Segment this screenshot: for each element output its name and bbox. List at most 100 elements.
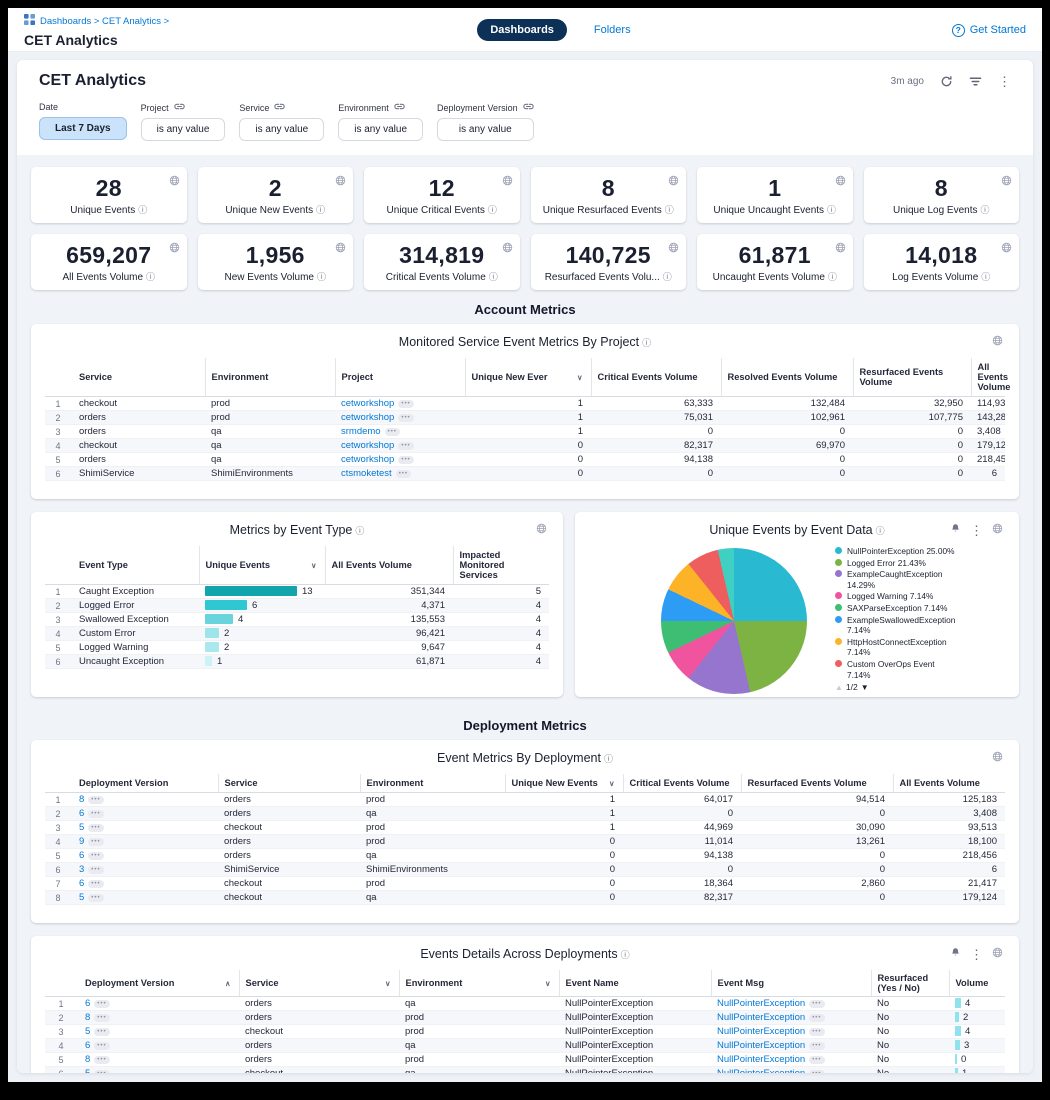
legend-item[interactable]: NullPointerException 25.00% — [835, 546, 955, 557]
version-link[interactable]: 6 — [79, 850, 84, 861]
column-header-environment[interactable]: Environment — [205, 358, 335, 397]
more-icon[interactable]: ••• — [398, 442, 413, 450]
column-header-impacted-monitored-services[interactable]: Impacted Monitored Services — [453, 546, 549, 585]
kebab-menu-icon[interactable]: ⋮ — [970, 524, 983, 537]
version-link[interactable]: 9 — [79, 836, 84, 847]
version-cell[interactable]: 6 ••• — [73, 877, 218, 891]
column-header-event-type[interactable]: Event Type — [73, 546, 199, 585]
legend-page-up-icon[interactable]: ▲ — [835, 683, 843, 692]
column-header-unique-events[interactable]: Unique Events∨ — [199, 546, 325, 585]
column-header-all-events-volume[interactable]: All Events Volume — [971, 358, 1005, 397]
more-icon[interactable]: ••• — [88, 852, 103, 860]
get-started-link[interactable]: Get Started — [970, 24, 1026, 36]
version-cell[interactable]: 6••• — [79, 1039, 239, 1053]
event_msg-link[interactable]: NullPointerException — [717, 1012, 805, 1023]
bell-icon[interactable] — [950, 523, 961, 537]
filter-date[interactable]: Last 7 Days — [39, 117, 127, 140]
project-link[interactable]: srmdemo — [341, 426, 381, 437]
project-link[interactable]: cetworkshop — [341, 412, 394, 423]
project-link[interactable]: cetworkshop — [341, 398, 394, 409]
column-header-deployment-version[interactable]: Deployment Version — [73, 774, 218, 793]
pie-chart[interactable] — [661, 548, 807, 694]
more-icon[interactable]: ••• — [88, 796, 103, 804]
project-cell[interactable]: cetworkshop••• — [335, 439, 465, 453]
column-header-deployment-version[interactable]: Deployment Version∧ — [79, 970, 239, 997]
legend-item[interactable]: ExampleSwallowedException 7.14% — [835, 615, 955, 636]
legend-item[interactable]: SAXParseException 7.14% — [835, 603, 955, 614]
kebab-menu-icon[interactable]: ⋮ — [970, 948, 983, 961]
legend-item[interactable]: HttpHostConnectException 7.14% — [835, 637, 955, 658]
more-icon[interactable]: ••• — [94, 1000, 109, 1008]
version-link[interactable]: 3 — [79, 864, 84, 875]
column-header-service[interactable]: Service∨ — [239, 970, 399, 997]
event_msg-cell[interactable]: NullPointerException••• — [711, 1039, 871, 1053]
more-icon[interactable]: ••• — [385, 428, 400, 436]
version-cell[interactable]: 9 ••• — [73, 835, 218, 849]
version-cell[interactable]: 5 ••• — [79, 1067, 239, 1074]
column-header-environment[interactable]: Environment∨ — [399, 970, 559, 997]
legend-item[interactable]: Logged Warning 7.14% — [835, 591, 955, 602]
version-cell[interactable]: 8••• — [73, 793, 218, 807]
more-icon[interactable]: ••• — [94, 1014, 109, 1022]
legend-item[interactable]: Custom OverOps Event 7.14% — [835, 659, 955, 680]
column-header-project[interactable]: Project — [335, 358, 465, 397]
project-link[interactable]: cetworkshop — [341, 454, 394, 465]
version-link[interactable]: 8 — [85, 1012, 90, 1023]
kebab-menu-icon[interactable]: ⋮ — [998, 75, 1011, 88]
more-icon[interactable]: ••• — [94, 1056, 109, 1064]
event_msg-link[interactable]: NullPointerException — [717, 1068, 805, 1073]
refresh-icon[interactable] — [940, 75, 953, 88]
more-icon[interactable]: ••• — [94, 1028, 109, 1036]
more-icon[interactable]: ••• — [398, 414, 413, 422]
globe-icon[interactable] — [992, 947, 1003, 961]
more-icon[interactable]: ••• — [809, 1028, 824, 1036]
bell-icon[interactable] — [950, 947, 961, 961]
version-link[interactable]: 5 — [79, 892, 84, 903]
column-header-service[interactable]: Service — [218, 774, 360, 793]
project-link[interactable]: ctsmoketest — [341, 468, 392, 479]
more-icon[interactable]: ••• — [398, 400, 413, 408]
more-icon[interactable]: ••• — [94, 1070, 109, 1073]
event_msg-link[interactable]: NullPointerException — [717, 998, 805, 1009]
more-icon[interactable]: ••• — [398, 456, 413, 464]
more-icon[interactable]: ••• — [88, 866, 103, 874]
event_msg-link[interactable]: NullPointerException — [717, 1054, 805, 1065]
filter-project[interactable]: is any value — [141, 118, 226, 141]
version-cell[interactable]: 6 ••• — [73, 849, 218, 863]
project-cell[interactable]: cetworkshop ••• — [335, 397, 465, 411]
version-cell[interactable]: 5 ••• — [73, 821, 218, 835]
event_msg-cell[interactable]: NullPointerException ••• — [711, 1025, 871, 1039]
event_msg-cell[interactable]: NullPointerException••• — [711, 1067, 871, 1074]
legend-item[interactable]: Logged Error 21.43% — [835, 558, 955, 569]
more-icon[interactable]: ••• — [88, 810, 103, 818]
version-link[interactable]: 5 — [79, 822, 84, 833]
more-icon[interactable]: ••• — [88, 824, 103, 832]
globe-icon[interactable] — [992, 523, 1003, 537]
column-header-critical-events-volume[interactable]: Critical Events Volume — [623, 774, 741, 793]
more-icon[interactable]: ••• — [88, 838, 103, 846]
column-header-service[interactable]: Service — [73, 358, 205, 397]
tab-dashboards[interactable]: Dashboards — [477, 19, 567, 41]
event_msg-link[interactable]: NullPointerException — [717, 1026, 805, 1037]
version-link[interactable]: 6 — [79, 808, 84, 819]
version-link[interactable]: 5 — [85, 1068, 90, 1073]
globe-icon[interactable] — [992, 335, 1003, 349]
more-icon[interactable]: ••• — [809, 1056, 824, 1064]
version-link[interactable]: 6 — [79, 878, 84, 889]
project-cell[interactable]: cetworkshop ••• — [335, 411, 465, 425]
filter-service[interactable]: is any value — [239, 118, 324, 141]
filter-deployment-version[interactable]: is any value — [437, 118, 534, 141]
globe-icon[interactable] — [992, 751, 1003, 765]
more-icon[interactable]: ••• — [88, 880, 103, 888]
version-cell[interactable]: 8 ••• — [79, 1011, 239, 1025]
column-header-event-msg[interactable]: Event Msg — [711, 970, 871, 997]
version-cell[interactable]: 6••• — [79, 997, 239, 1011]
version-cell[interactable]: 6 ••• — [73, 807, 218, 821]
filter-icon[interactable] — [969, 76, 982, 87]
column-header-all-events-volume[interactable]: All Events Volume — [325, 546, 453, 585]
event_msg-link[interactable]: NullPointerException — [717, 1040, 805, 1051]
version-cell[interactable]: 5••• — [73, 891, 218, 905]
filter-environment[interactable]: is any value — [338, 118, 423, 141]
version-cell[interactable]: 8••• — [79, 1053, 239, 1067]
more-icon[interactable]: ••• — [809, 1014, 824, 1022]
